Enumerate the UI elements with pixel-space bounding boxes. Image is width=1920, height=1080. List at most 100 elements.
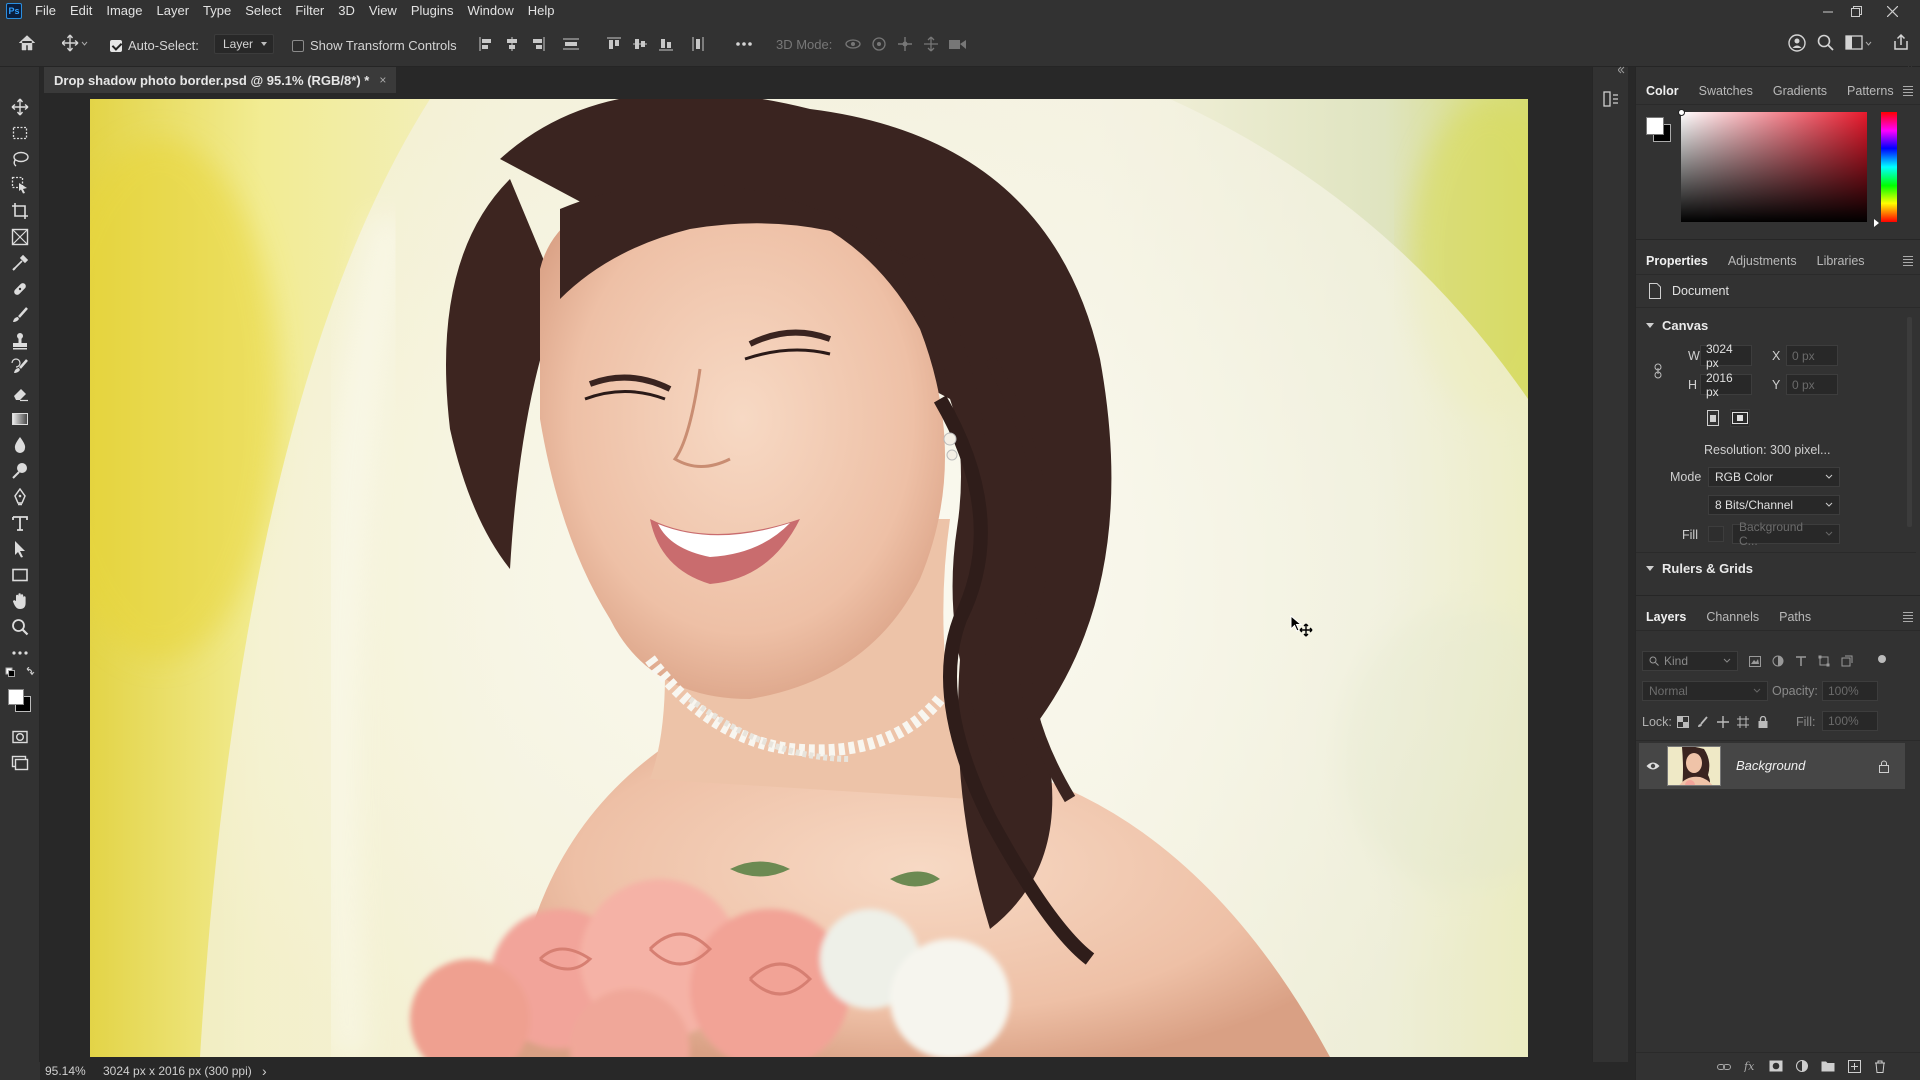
menu-edit[interactable]: Edit [63,0,99,22]
marquee-tool-icon[interactable] [10,123,30,143]
menu-image[interactable]: Image [99,0,149,22]
workspace-switcher-icon[interactable] [1845,34,1873,52]
delete-layer-icon[interactable] [1872,1059,1888,1073]
menu-filter[interactable]: Filter [288,0,331,22]
menu-plugins[interactable]: Plugins [404,0,461,22]
close-tab-icon[interactable]: × [379,73,386,87]
more-options-icon[interactable] [735,36,753,52]
hand-tool-icon[interactable] [10,591,30,611]
lock-transparent-pixels-icon[interactable] [1676,715,1690,729]
filter-adjustment-layers-icon[interactable] [1771,654,1785,668]
filter-type-layers-icon[interactable] [1794,654,1808,668]
color-panel-fg-bg[interactable] [1644,115,1674,145]
foreground-color-swatch[interactable] [8,689,24,705]
move-tool-preset-icon[interactable] [62,34,88,52]
pen-tool-icon[interactable] [10,487,30,507]
eraser-tool-icon[interactable] [10,383,30,403]
quick-mask-icon[interactable] [10,727,30,747]
rectangle-tool-icon[interactable] [10,565,30,585]
portrait-orientation-icon[interactable] [1705,409,1721,427]
tab-adjustments[interactable]: Adjustments [1718,247,1807,275]
menu-type[interactable]: Type [196,0,238,22]
filter-pixel-layers-icon[interactable] [1748,654,1762,668]
show-transform-checkbox[interactable] [292,39,304,52]
new-layer-icon[interactable] [1846,1059,1862,1073]
show-transform-controls-control[interactable]: Show Transform Controls [292,38,457,53]
layer-row[interactable]: Background [1639,743,1905,789]
align-bottom-edges-icon[interactable] [658,36,674,52]
align-horizontal-centers-icon[interactable] [504,36,520,52]
menu-help[interactable]: Help [521,0,562,22]
menu-view[interactable]: View [362,0,404,22]
menu-layer[interactable]: Layer [150,0,197,22]
collapse-dock-icon[interactable] [1618,66,1626,74]
edit-toolbar-icon[interactable] [10,643,30,663]
color-picker-handle[interactable] [1678,109,1685,116]
default-colors-icon[interactable] [5,667,35,681]
lock-all-icon[interactable] [1756,715,1770,729]
link-layers-icon[interactable] [1716,1061,1732,1073]
canvas-section-header[interactable]: Canvas [1646,318,1708,333]
auto-select-control[interactable]: Auto-Select: [110,38,199,53]
frame-tool-icon[interactable] [10,227,30,247]
gradient-tool-icon[interactable] [10,409,30,429]
home-icon[interactable] [18,34,36,51]
layer-styles-fx-icon[interactable]: fx [1742,1059,1758,1073]
search-icon[interactable] [1817,34,1835,52]
layer-lock-icon[interactable] [1877,758,1891,774]
share-user-icon[interactable] [1788,34,1806,52]
rulers-grids-section-header[interactable]: Rulers & Grids [1646,561,1753,576]
color-panel-menu-icon[interactable] [1903,86,1913,98]
properties-panel-menu-icon[interactable] [1903,256,1913,268]
landscape-orientation-icon[interactable] [1730,409,1750,427]
filter-smart-objects-icon[interactable] [1840,654,1854,668]
lasso-tool-icon[interactable] [10,149,30,169]
tab-swatches[interactable]: Swatches [1689,77,1763,105]
layers-panel-menu-icon[interactable] [1903,612,1913,624]
auto-select-target-dropdown[interactable]: Layer [214,34,274,54]
healing-brush-tool-icon[interactable] [10,279,30,299]
align-vertical-centers-icon[interactable] [632,36,648,52]
lock-artboard-icon[interactable] [1736,715,1750,729]
tab-layers[interactable]: Layers [1636,603,1696,631]
layer-name[interactable]: Background [1736,758,1805,773]
status-menu-arrow-icon[interactable]: › [262,1063,267,1079]
restore-icon[interactable] [1842,0,1870,22]
minimize-icon[interactable] [1814,0,1842,22]
color-field[interactable] [1678,109,1867,222]
menu-3d[interactable]: 3D [331,0,362,22]
move-tool-icon[interactable] [10,97,30,117]
tab-color[interactable]: Color [1636,77,1689,105]
bit-depth-select[interactable]: 8 Bits/Channel [1708,495,1840,515]
dodge-tool-icon[interactable] [10,461,30,481]
lock-position-icon[interactable] [1716,715,1730,729]
tab-channels[interactable]: Channels [1696,603,1769,631]
color-panel-foreground-swatch[interactable] [1646,117,1664,135]
eyedropper-tool-icon[interactable] [10,253,30,273]
history-panel-icon[interactable] [1601,89,1621,109]
distribute-vertical-icon[interactable] [562,36,580,52]
add-mask-icon[interactable] [1768,1059,1784,1073]
type-tool-icon[interactable] [10,513,30,533]
hue-slider-handle[interactable] [1874,219,1879,227]
menu-window[interactable]: Window [460,0,520,22]
distribute-horizontal-icon[interactable] [690,36,706,52]
hue-slider[interactable] [1881,112,1897,222]
new-adjustment-layer-icon[interactable] [1794,1059,1810,1073]
align-left-edges-icon[interactable] [478,36,494,52]
canvas-height-field[interactable]: 2016 px [1700,371,1752,399]
align-top-edges-icon[interactable] [606,36,622,52]
lock-image-pixels-icon[interactable] [1696,715,1710,729]
close-window-icon[interactable] [1878,0,1906,22]
tab-properties[interactable]: Properties [1636,247,1718,275]
clone-stamp-tool-icon[interactable] [10,331,30,351]
foreground-background-swatch[interactable] [6,687,34,715]
tab-paths[interactable]: Paths [1769,603,1821,631]
tab-libraries[interactable]: Libraries [1807,247,1875,275]
zoom-level[interactable]: 95.14% [45,1064,86,1078]
canvas-photo[interactable] [90,99,1528,1057]
new-group-icon[interactable] [1820,1059,1836,1073]
brush-tool-icon[interactable] [10,305,30,325]
menu-select[interactable]: Select [238,0,288,22]
tab-patterns[interactable]: Patterns [1837,77,1904,105]
